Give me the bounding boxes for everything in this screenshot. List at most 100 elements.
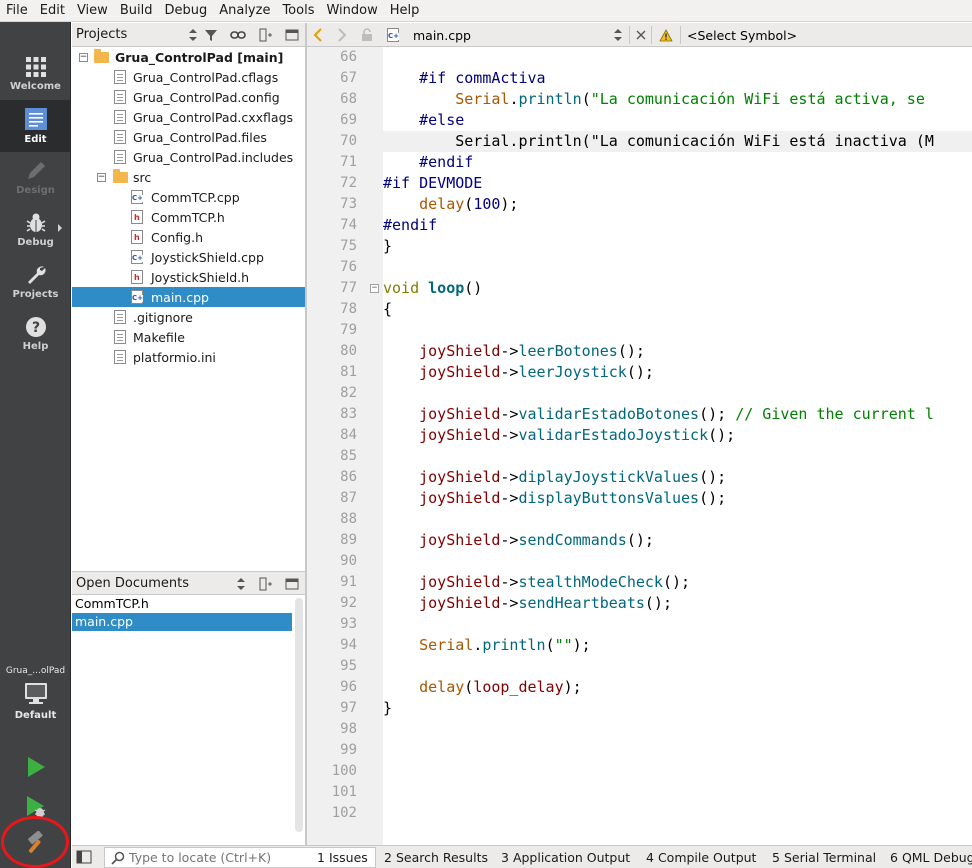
- split-icon[interactable]: [257, 576, 275, 592]
- tree-item-file[interactable]: JoystickShield.cpp: [72, 247, 305, 267]
- output-tab-qml-debug[interactable]: 6 QML Debug: [890, 846, 972, 868]
- tree-item-file[interactable]: Grua_ControlPad.includes: [72, 147, 305, 167]
- code-token: ->: [500, 573, 519, 591]
- file-icon: [114, 350, 126, 364]
- output-tab-serial-terminal[interactable]: 5 Serial Terminal: [772, 846, 876, 868]
- code-token: loop: [428, 279, 465, 297]
- kit-selector[interactable]: Default: [0, 682, 71, 734]
- open-document-item-selected[interactable]: main.cpp: [72, 613, 292, 631]
- file-icon: [114, 90, 126, 104]
- code-token: (: [464, 678, 474, 696]
- tree-item-label: JoystickShield.cpp: [151, 249, 264, 265]
- code-token: );: [563, 678, 582, 696]
- tree-item-file[interactable]: Grua_ControlPad.cxxflags: [72, 107, 305, 127]
- menu-analyze[interactable]: Analyze: [213, 0, 276, 22]
- menu-debug[interactable]: Debug: [158, 0, 213, 22]
- menu-tools[interactable]: Tools: [276, 0, 320, 22]
- tree-item-file-selected[interactable]: main.cpp: [72, 287, 305, 307]
- code-token: ();: [699, 468, 727, 486]
- open-documents-scrollbar[interactable]: [295, 598, 303, 832]
- tree-item-file[interactable]: CommTCP.h: [72, 207, 305, 227]
- toolbar-divider: [629, 26, 630, 44]
- code-token: ->: [500, 489, 519, 507]
- tree-item-file[interactable]: Config.h: [72, 227, 305, 247]
- run-button[interactable]: [0, 750, 71, 784]
- tree-item-file[interactable]: CommTCP.cpp: [72, 187, 305, 207]
- close-document-icon[interactable]: [635, 23, 647, 47]
- code-token: ();: [644, 594, 672, 612]
- nav-forward-icon[interactable]: [337, 23, 347, 47]
- menu-build[interactable]: Build: [114, 0, 159, 22]
- tree-item-file[interactable]: Grua_ControlPad.cflags: [72, 67, 305, 87]
- link-with-editor-icon[interactable]: [229, 27, 247, 43]
- fold-collapse-icon[interactable]: −: [370, 284, 379, 293]
- menu-help[interactable]: Help: [384, 0, 426, 22]
- close-panel-icon[interactable]: [283, 576, 301, 592]
- projects-panel-selector[interactable]: Projects: [72, 27, 127, 42]
- tree-item-file[interactable]: JoystickShield.h: [72, 267, 305, 287]
- line-number: 76: [340, 259, 357, 275]
- symbol-selector[interactable]: <Select Symbol>: [687, 23, 797, 47]
- tree-item-project-root[interactable]: − Grua_ControlPad [main]: [72, 47, 305, 67]
- tree-item-file[interactable]: .gitignore: [72, 307, 305, 327]
- toggle-sidebar-icon[interactable]: [76, 850, 96, 864]
- mode-projects[interactable]: Projects: [0, 256, 71, 308]
- code-line: joyShield->leerBotones();: [383, 341, 972, 362]
- output-tab-search-results[interactable]: 2 Search Results: [384, 846, 488, 868]
- tree-item-label: Grua_ControlPad [main]: [115, 49, 284, 65]
- code-token: leerJoystick: [518, 363, 627, 381]
- tree-item-file[interactable]: Grua_ControlPad.files: [72, 127, 305, 147]
- dropdown-arrows-icon[interactable]: [613, 23, 623, 47]
- code-token: displayButtonsValues: [518, 489, 700, 507]
- menu-edit[interactable]: Edit: [34, 0, 71, 22]
- mode-edit[interactable]: Edit: [0, 100, 71, 152]
- open-documents-selector[interactable]: Open Documents: [72, 576, 189, 591]
- split-icon[interactable]: [257, 27, 275, 43]
- panel-dropdown-arrows-icon[interactable]: [184, 27, 202, 43]
- code-token: Serial: [455, 90, 510, 108]
- line-number: 84: [340, 427, 357, 443]
- menu-view[interactable]: View: [71, 0, 114, 22]
- line-number: 72: [340, 175, 357, 191]
- filter-icon[interactable]: [202, 27, 220, 43]
- code-token: (: [464, 195, 474, 213]
- mode-help[interactable]: ? Help: [0, 308, 71, 360]
- code-line: #endif: [383, 215, 972, 236]
- output-tab-compile-output[interactable]: 4 Compile Output: [646, 846, 756, 868]
- code-token: ->: [500, 531, 519, 549]
- mode-design[interactable]: Design: [0, 152, 71, 204]
- collapse-icon[interactable]: −: [97, 172, 106, 182]
- tree-item-file[interactable]: Grua_ControlPad.config: [72, 87, 305, 107]
- mode-debug[interactable]: Debug: [0, 204, 71, 256]
- panel-dropdown-arrows-icon[interactable]: [232, 576, 250, 592]
- menu-window[interactable]: Window: [320, 0, 383, 22]
- editor-toolbar: main.cpp <Select Symbol>: [307, 23, 972, 47]
- mode-label: Welcome: [10, 81, 61, 92]
- code-token: "La comunicación WiFi está activa, se: [590, 90, 925, 108]
- tree-item-file[interactable]: platformio.ini: [72, 347, 305, 367]
- output-tab-issues[interactable]: 1 Issues: [317, 846, 368, 868]
- tree-item-label: Grua_ControlPad.config: [133, 89, 280, 105]
- document-selector[interactable]: main.cpp: [413, 23, 471, 47]
- tree-item-label: platformio.ini: [133, 349, 216, 365]
- menu-file[interactable]: File: [0, 0, 34, 22]
- mode-welcome[interactable]: Welcome: [0, 48, 71, 100]
- code-editor[interactable]: #if commActiva Serial.println("La comuni…: [383, 47, 972, 845]
- code-line: joyShield->stealthModeCheck();: [383, 572, 972, 593]
- tree-item-file[interactable]: Makefile: [72, 327, 305, 347]
- tree-item-folder-src[interactable]: − src: [72, 167, 305, 187]
- nav-back-icon[interactable]: [313, 23, 323, 47]
- code-token: ->: [500, 363, 519, 381]
- close-panel-icon[interactable]: [283, 27, 301, 43]
- output-tab-application-output[interactable]: 3 Application Output: [501, 846, 630, 868]
- mode-label: Projects: [12, 289, 59, 300]
- mode-bar: Welcome Edit Design Debug Projects ? Hel…: [0, 22, 71, 868]
- collapse-icon[interactable]: −: [79, 52, 88, 62]
- header-file-icon: [131, 210, 143, 224]
- tab-number: 4: [646, 850, 654, 865]
- open-document-item[interactable]: CommTCP.h: [72, 595, 292, 613]
